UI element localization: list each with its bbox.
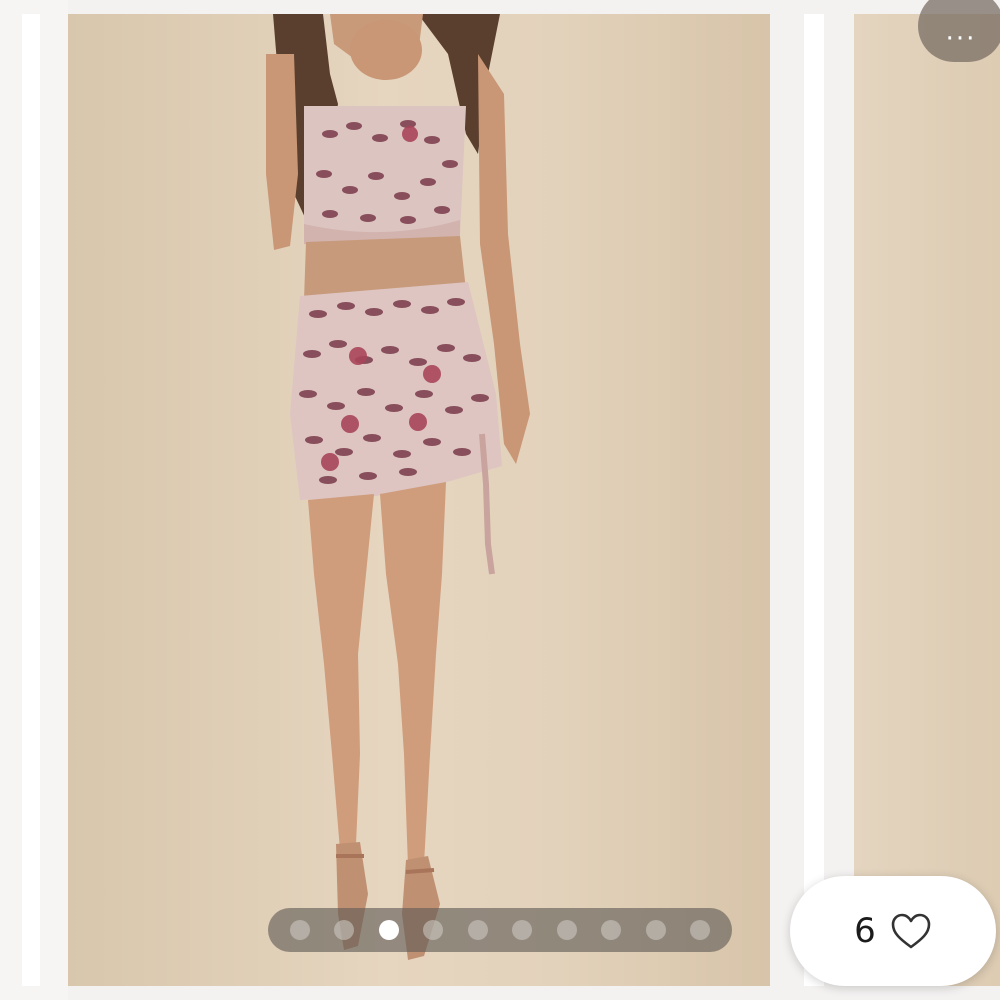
pagination-dot[interactable] [556, 920, 577, 940]
previous-image-edge[interactable] [0, 0, 68, 1000]
pagination-dot[interactable] [334, 920, 355, 940]
heart-outline-icon [890, 912, 932, 950]
pagination-dot[interactable] [467, 920, 488, 940]
carousel-divider-right [770, 0, 854, 1000]
like-count: 6 [854, 911, 876, 951]
like-button[interactable]: 6 [790, 876, 996, 986]
carousel-divider [804, 14, 824, 986]
pagination-dot[interactable] [290, 920, 310, 940]
carousel-pagination [268, 908, 732, 952]
pagination-dot-active[interactable] [378, 920, 399, 940]
pagination-dot[interactable] [689, 920, 710, 940]
pagination-dot[interactable] [645, 920, 666, 940]
image-carousel[interactable]: ··· 6 [0, 0, 1000, 1000]
more-options-button[interactable]: ··· [918, 0, 1000, 62]
pagination-dot[interactable] [601, 920, 622, 940]
next-image-preview[interactable] [854, 14, 1000, 986]
product-photo[interactable] [68, 14, 770, 986]
model-illustration [266, 14, 530, 960]
pagination-dot[interactable] [512, 920, 533, 940]
pagination-dot[interactable] [423, 920, 444, 940]
more-dots-icon: ··· [945, 24, 977, 54]
carousel-divider [22, 14, 40, 986]
